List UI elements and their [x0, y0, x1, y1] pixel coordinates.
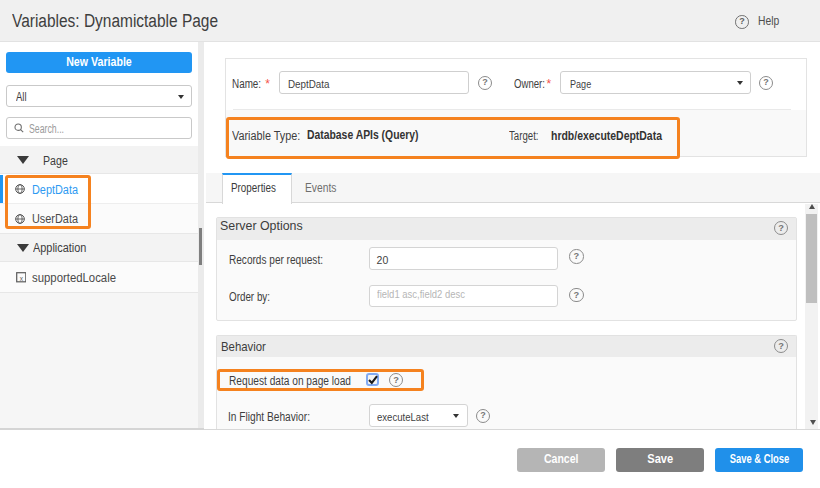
svg-text:x: x — [19, 275, 23, 282]
